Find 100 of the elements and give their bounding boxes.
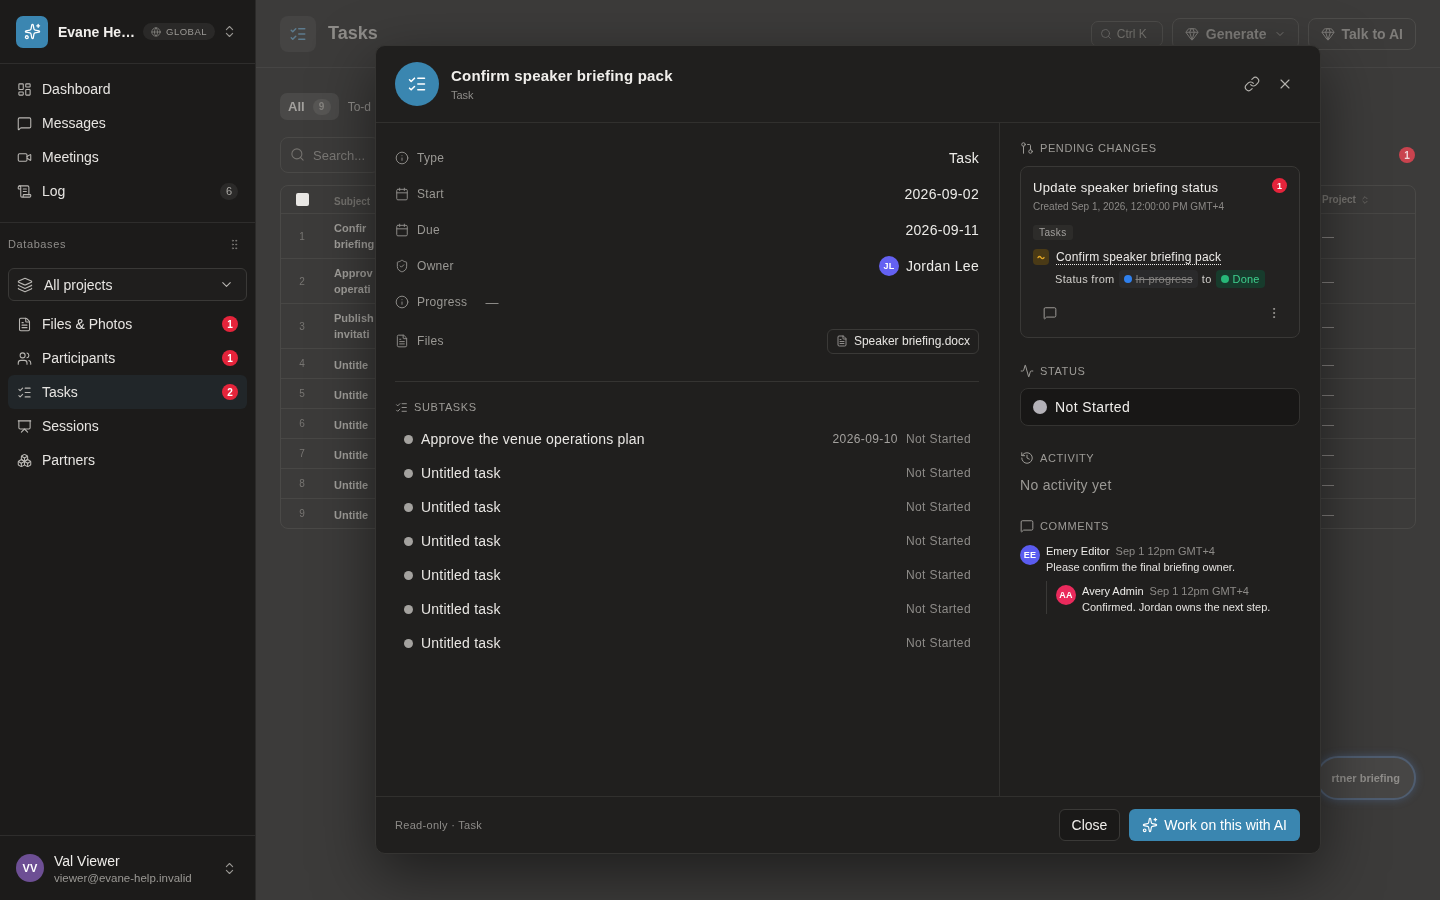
subtask-title[interactable]: Untitled task xyxy=(421,567,501,583)
bullet-icon xyxy=(404,604,413,614)
subtask-title[interactable]: Untitled task xyxy=(421,499,501,515)
file-chip[interactable]: Speaker briefing.docx xyxy=(826,328,979,354)
subtask-title[interactable]: Untitled task xyxy=(421,635,501,651)
workspace-name[interactable]: Evane He… xyxy=(58,23,136,40)
nav-item[interactable]: Tasks 2 xyxy=(8,375,247,409)
property-label: Progress xyxy=(417,295,468,309)
comment-author: Avery Admin xyxy=(1082,585,1144,597)
project-value: — xyxy=(1322,507,1334,522)
user-name: Val Viewer xyxy=(54,852,121,869)
sparkles-icon xyxy=(1142,817,1159,833)
history-icon xyxy=(1020,451,1034,465)
checklist-icon xyxy=(395,62,439,106)
subject-text: Untitle xyxy=(334,507,369,523)
subject-text: Approv operati xyxy=(334,266,373,297)
nav-item[interactable]: Partners xyxy=(8,443,247,477)
calendar-icon xyxy=(395,223,409,237)
scroll-icon xyxy=(17,183,32,199)
subtask-title[interactable]: Approve the venue operations plan xyxy=(421,431,645,447)
search-icon xyxy=(290,147,305,162)
row-number: 4 xyxy=(299,358,305,369)
bullet-icon xyxy=(404,468,413,478)
select-all-checkbox[interactable] xyxy=(295,193,309,206)
notification-badge: 2 xyxy=(222,384,238,400)
subject-text: Publish invitati xyxy=(334,311,374,342)
subject-text: Untitle xyxy=(334,357,369,373)
property-label: Files xyxy=(417,334,444,348)
project-value: — xyxy=(1322,447,1334,462)
user-avatar: VV xyxy=(16,854,44,882)
subtask-status: Not Started xyxy=(905,466,971,480)
gem-icon xyxy=(1184,26,1199,41)
notification-badge: 1 xyxy=(222,316,238,332)
comment-icon[interactable] xyxy=(1043,306,1057,320)
subtask-status: Not Started xyxy=(905,636,971,650)
record-link[interactable]: Confirm speaker briefing pack xyxy=(1056,250,1222,264)
status-label: In progress xyxy=(1135,273,1193,285)
subtask-status: Not Started xyxy=(905,534,971,548)
comment-text: Confirmed. Jordan owns the next step. xyxy=(1082,601,1271,614)
row-number: 3 xyxy=(299,320,305,332)
link-icon[interactable] xyxy=(1244,76,1260,92)
bullet-icon xyxy=(404,536,413,546)
comment-text: Please confirm the final briefing owner. xyxy=(1046,561,1236,574)
subject-text: Untitle xyxy=(334,417,369,433)
search-icon xyxy=(1099,27,1112,40)
property-value: 2026-09-02 xyxy=(904,186,979,202)
comment-author: Emery Editor xyxy=(1046,545,1110,557)
subtask-date: 2026-09-10 xyxy=(832,432,898,446)
boxes-icon xyxy=(17,452,32,468)
sparkles-logo-icon xyxy=(16,15,48,48)
dialog-title: Confirm speaker briefing pack xyxy=(451,66,673,84)
comment-icon xyxy=(1020,519,1034,533)
section-heading: PENDING CHANGES xyxy=(1040,142,1157,154)
comment-avatar: EE xyxy=(1020,545,1040,565)
nav-item[interactable]: Messages xyxy=(8,106,247,140)
section-heading: SUBTASKS xyxy=(414,401,477,413)
notification-badge: 1 xyxy=(222,350,238,366)
info-icon xyxy=(395,151,409,165)
tilde-icon xyxy=(1033,249,1049,265)
subtask-title[interactable]: Untitled task xyxy=(421,601,501,617)
subtask-title[interactable]: Untitled task xyxy=(421,465,501,481)
bullet-icon xyxy=(404,434,413,444)
pulse-icon xyxy=(1020,364,1034,378)
nav-item[interactable]: Log 6 xyxy=(8,174,247,208)
change-joiner: to xyxy=(1201,273,1212,285)
footer-note: Read-only · Task xyxy=(395,819,483,831)
section-heading: ACTIVITY xyxy=(1040,452,1095,464)
count-badge: 6 xyxy=(220,182,238,200)
status-dot-icon xyxy=(1033,400,1047,414)
subtask-title[interactable]: Untitled task xyxy=(421,533,501,549)
comment-time: Sep 1 12pm GMT+4 xyxy=(1115,545,1215,557)
people-icon xyxy=(17,350,32,366)
nav-item[interactable]: Dashboard xyxy=(8,72,247,106)
subject-text: Untitle xyxy=(334,447,369,463)
subject-text: Untitle xyxy=(334,477,369,493)
document-icon xyxy=(17,316,32,332)
bullet-icon xyxy=(404,570,413,580)
nav-item[interactable]: Participants 1 xyxy=(8,341,247,375)
created-timestamp: Created Sep 1, 2026, 12:00:00 PM GMT+4 xyxy=(1033,200,1225,213)
subtask-status: Not Started xyxy=(905,568,971,582)
row-number: 8 xyxy=(299,478,305,489)
nav-item[interactable]: Sessions xyxy=(8,409,247,443)
project-select[interactable]: All projects xyxy=(8,268,247,301)
status-select[interactable]: Not Started xyxy=(1020,388,1300,426)
ai-action-button[interactable]: Work on this with AI xyxy=(1129,809,1300,841)
change-title: Update speaker briefing status xyxy=(1033,180,1219,195)
info-icon xyxy=(395,295,409,309)
close-button[interactable]: Close xyxy=(1058,809,1121,841)
notification-badge: 1 xyxy=(1272,178,1287,193)
document-icon xyxy=(835,335,848,347)
checklist-icon xyxy=(280,15,316,52)
nav-item[interactable]: Files & Photos 1 xyxy=(8,307,247,341)
comment-avatar: AA xyxy=(1056,585,1076,605)
property-label: Start xyxy=(417,187,444,201)
checklist-icon xyxy=(17,384,32,400)
nav-item[interactable]: Meetings xyxy=(8,140,247,174)
shield-check-icon xyxy=(395,259,409,273)
subtask-status: Not Started xyxy=(905,432,971,446)
change-label: Status from xyxy=(1055,273,1115,285)
project-value: — xyxy=(1322,275,1334,289)
